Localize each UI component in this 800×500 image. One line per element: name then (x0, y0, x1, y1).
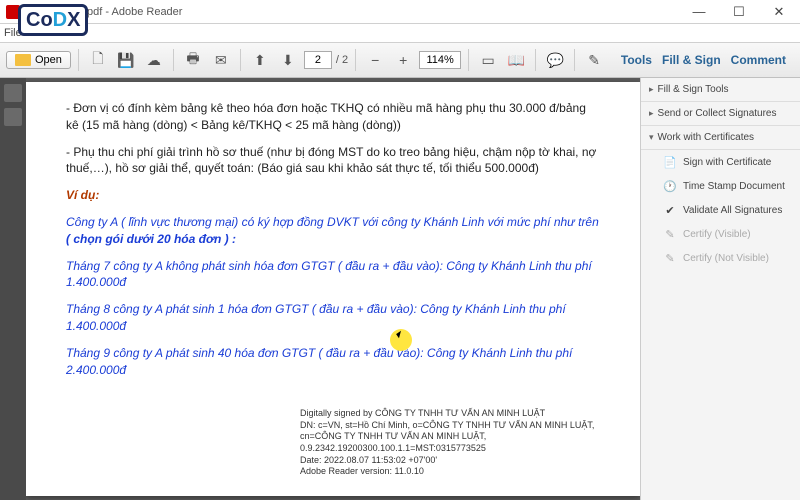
fit-icon[interactable]: ▭ (476, 48, 500, 72)
comment-icon[interactable]: 💬 (543, 48, 567, 72)
item-certify-not-visible: ✎Certify (Not Visible) (641, 246, 800, 270)
folder-icon (15, 54, 31, 66)
save-icon[interactable]: 💾 (114, 48, 138, 72)
text-para: - Đơn vị có đính kèm bảng kê theo hóa đơ… (66, 100, 600, 134)
digital-signature: Digitally signed by CÔNG TY TNHH TƯ VẤN … (300, 408, 600, 478)
thumbnails-icon[interactable] (4, 84, 22, 102)
validate-icon: ✔ (663, 203, 677, 217)
signatures-icon[interactable] (4, 108, 22, 126)
page-down-icon[interactable]: ⬇ (276, 48, 300, 72)
text-example: Tháng 9 công ty A phát sinh 40 hóa đơn G… (66, 345, 600, 379)
page-number-input[interactable] (304, 51, 332, 69)
text-example: Tháng 7 công ty A không phát sinh hóa đơ… (66, 258, 600, 292)
cloud-icon[interactable]: ☁ (142, 48, 166, 72)
item-sign-certificate[interactable]: 📄Sign with Certificate (641, 150, 800, 174)
window-title: .pdf - Adobe Reader (24, 6, 684, 18)
side-panel: ▸Fill & Sign Tools ▸Send or Collect Sign… (640, 78, 800, 500)
zoom-out-icon[interactable]: − (363, 48, 387, 72)
comment-link[interactable]: Comment (731, 53, 786, 67)
zoom-input[interactable] (419, 51, 461, 69)
maximize-button[interactable]: ☐ (724, 2, 754, 22)
open-button[interactable]: Open (6, 51, 71, 69)
text-example: Công ty A ( lĩnh vực thương mại) có ký h… (66, 214, 600, 248)
item-certify-visible: ✎Certify (Visible) (641, 222, 800, 246)
pdf-page: - Đơn vị có đính kèm bảng kê theo hóa đơ… (26, 82, 640, 496)
sign-icon[interactable]: ✎ (582, 48, 606, 72)
title-bar: .pdf - Adobe Reader — ☐ ✕ (0, 0, 800, 24)
mouse-cursor-icon (390, 329, 412, 351)
certify-hidden-icon: ✎ (663, 251, 677, 265)
page-total: / 2 (336, 54, 348, 66)
print-icon[interactable]: 🖶 (181, 48, 205, 72)
email-icon[interactable]: ✉ (209, 48, 233, 72)
example-heading: Ví dụ: (66, 187, 600, 204)
document-viewport[interactable]: - Đơn vị có đính kèm bảng kê theo hóa đơ… (26, 78, 640, 500)
item-validate-all[interactable]: ✔Validate All Signatures (641, 198, 800, 222)
text-example: Tháng 8 công ty A phát sinh 1 hóa đơn GT… (66, 301, 600, 335)
panel-work-certificates[interactable]: ▾Work with Certificates (641, 126, 800, 150)
sign-cert-icon: 📄 (663, 155, 677, 169)
read-mode-icon[interactable]: 📖 (504, 48, 528, 72)
text-para: - Phụ thu chi phí giải trình hồ sơ thuế … (66, 144, 600, 178)
item-timestamp[interactable]: 🕐Time Stamp Document (641, 174, 800, 198)
left-rail (0, 78, 26, 500)
panel-fillsign-tools[interactable]: ▸Fill & Sign Tools (641, 78, 800, 102)
timestamp-icon: 🕐 (663, 179, 677, 193)
fill-sign-link[interactable]: Fill & Sign (662, 53, 721, 67)
create-pdf-icon[interactable]: 🗋 (86, 48, 110, 72)
page-up-icon[interactable]: ⬆ (248, 48, 272, 72)
certify-icon: ✎ (663, 227, 677, 241)
panel-send-collect[interactable]: ▸Send or Collect Signatures (641, 102, 800, 126)
menu-bar: File (0, 24, 800, 42)
close-button[interactable]: ✕ (764, 2, 794, 22)
zoom-in-icon[interactable]: + (391, 48, 415, 72)
tools-link[interactable]: Tools (621, 53, 652, 67)
toolbar: Open 🗋 💾 ☁ 🖶 ✉ ⬆ ⬇ / 2 − + ▭ 📖 💬 ✎ Tools… (0, 42, 800, 78)
minimize-button[interactable]: — (684, 2, 714, 22)
codx-logo: CoDX (18, 4, 88, 36)
